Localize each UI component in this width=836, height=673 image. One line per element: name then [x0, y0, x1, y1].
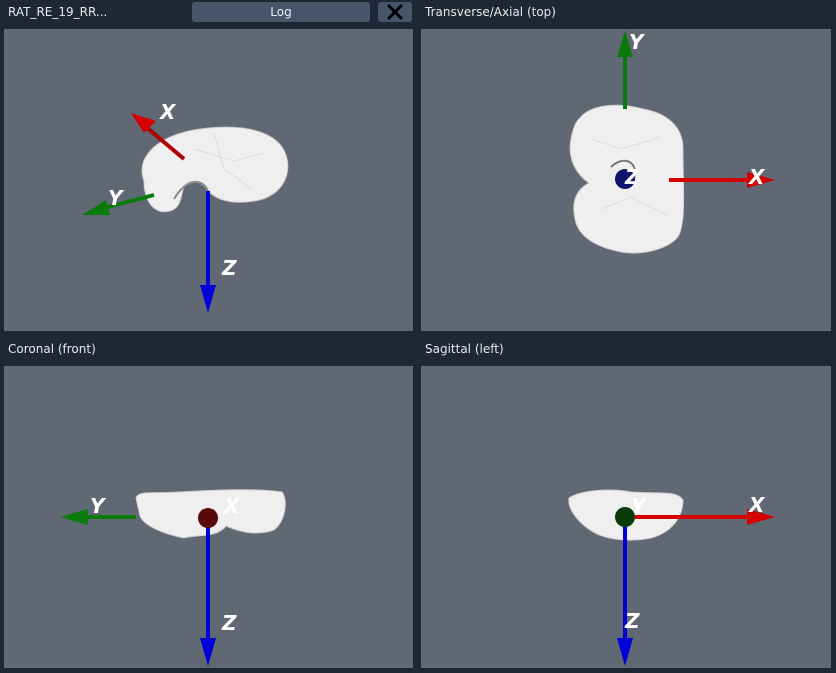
window-title: RAT_RE_19_RR...: [8, 5, 108, 19]
y-axis-label: Y: [631, 494, 648, 518]
y-axis: Y: [82, 186, 155, 215]
x-axis-label: X: [747, 493, 766, 517]
view-title-left: Sagittal (left): [425, 342, 504, 356]
y-axis-label: Y: [108, 186, 125, 210]
window-title-bar: RAT_RE_19_RR...: [8, 0, 107, 24]
z-axis: Z: [200, 191, 237, 313]
close-button[interactable]: [378, 2, 412, 22]
view-title-front: Coronal (front): [8, 342, 96, 356]
y-axis-label: Y: [90, 494, 107, 518]
z-axis-label: Z: [221, 256, 237, 280]
x-axis-label: X: [222, 494, 241, 518]
z-axis-label: Z: [624, 609, 640, 633]
x-axis: X: [669, 165, 775, 189]
z-axis-label: Z: [221, 611, 237, 635]
log-button[interactable]: Log: [192, 2, 370, 22]
viewport-perspective[interactable]: X Y Z: [4, 29, 413, 331]
view-header-top: Transverse/Axial (top): [425, 0, 556, 24]
close-x-icon: [387, 4, 403, 20]
z-axis: Z: [200, 518, 237, 666]
view-title-top: Transverse/Axial (top): [425, 5, 556, 19]
y-axis: Y: [617, 30, 646, 109]
y-axis-label: Y: [629, 30, 646, 54]
z-axis-label: Z: [624, 165, 640, 189]
viewport-left[interactable]: X Z Y: [421, 366, 831, 668]
viewport-front[interactable]: Y Z X: [4, 366, 413, 668]
view-header-left: Sagittal (left): [425, 337, 504, 361]
view-header-front: Coronal (front): [8, 337, 96, 361]
x-axis-label: X: [747, 165, 766, 189]
y-axis: Y: [60, 494, 136, 525]
viewport-top[interactable]: Y X Z: [421, 29, 831, 331]
x-axis-label: X: [158, 100, 177, 124]
